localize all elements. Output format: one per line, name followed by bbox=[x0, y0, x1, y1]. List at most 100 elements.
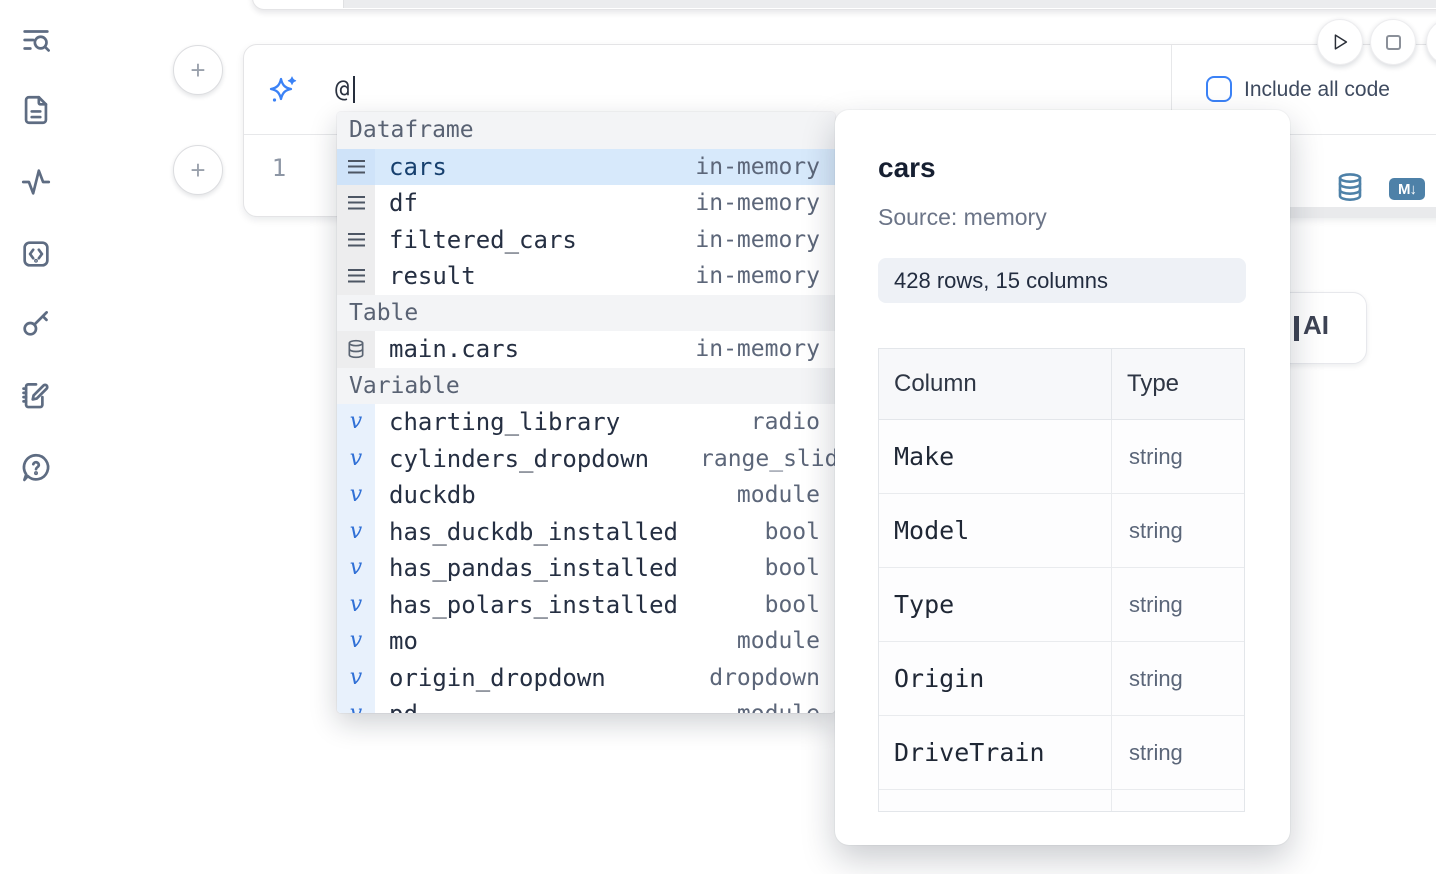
notebook-edit-icon[interactable] bbox=[19, 378, 53, 412]
autocomplete-item-name: mo bbox=[375, 627, 418, 655]
clipped-letter bbox=[1294, 316, 1299, 341]
autocomplete-item-name: pd bbox=[375, 700, 418, 713]
stop-button[interactable] bbox=[1370, 19, 1416, 65]
autocomplete-item-type: module bbox=[737, 628, 835, 654]
schema-column-name: Type bbox=[879, 568, 1112, 642]
schema-column-name: Origin bbox=[879, 642, 1112, 716]
activity-icon[interactable] bbox=[19, 165, 53, 199]
stop-icon bbox=[1386, 35, 1401, 50]
rows-icon bbox=[348, 160, 365, 174]
schema-column-type: string bbox=[1112, 568, 1244, 642]
list-search-icon[interactable] bbox=[19, 23, 53, 57]
schema-row: Make string bbox=[879, 420, 1244, 494]
text-cursor bbox=[353, 76, 355, 103]
autocomplete-section-header: Table bbox=[337, 295, 835, 332]
code-snippet-icon[interactable] bbox=[19, 237, 53, 271]
autocomplete-item[interactable]: v mo module bbox=[337, 623, 835, 660]
previous-cell-edge bbox=[252, 0, 1436, 10]
schema-header-row: Column Type bbox=[879, 349, 1244, 420]
autocomplete-item-name: result bbox=[375, 262, 476, 290]
variable-icon: v bbox=[350, 557, 362, 579]
schema-column-type: string bbox=[1112, 494, 1244, 568]
autocomplete-item-name: has_polars_installed bbox=[375, 591, 678, 619]
autocomplete-item-name: main.cars bbox=[375, 335, 519, 363]
autocomplete-item-name: cars bbox=[375, 153, 447, 181]
help-chat-icon[interactable] bbox=[19, 451, 53, 485]
schema-column-name: DriveTrain bbox=[879, 716, 1112, 790]
autocomplete-item[interactable]: v origin_dropdown dropdown bbox=[337, 660, 835, 697]
rows-icon bbox=[348, 269, 365, 283]
preview-shape-badge: 428 rows, 15 columns bbox=[878, 258, 1246, 303]
autocomplete-item[interactable]: v duckdb module bbox=[337, 477, 835, 514]
schema-column-name: Model bbox=[879, 494, 1112, 568]
variable-icon: v bbox=[350, 703, 362, 713]
autocomplete-item-type: in-memory bbox=[695, 154, 835, 180]
preview-schema-table: Column Type Make string Model string Typ… bbox=[878, 348, 1245, 812]
previous-cell-divider bbox=[343, 0, 344, 8]
autocomplete-item-type: bool bbox=[765, 519, 835, 545]
autocomplete-item-type: in-memory bbox=[695, 263, 835, 289]
autocomplete-item[interactable]: v has_polars_installed bool bbox=[337, 587, 835, 624]
add-cell-below-button[interactable]: + bbox=[173, 145, 223, 195]
previous-cell-console-strip bbox=[344, 0, 1436, 8]
run-icon bbox=[1329, 31, 1351, 53]
file-text-icon[interactable] bbox=[19, 93, 53, 127]
autocomplete-item-type: module bbox=[737, 701, 835, 713]
include-all-code-checkbox[interactable] bbox=[1206, 76, 1232, 102]
autocomplete-item[interactable]: v charting_library radio bbox=[337, 404, 835, 441]
autocomplete-item-type: bool bbox=[765, 555, 835, 581]
plus-icon: + bbox=[190, 155, 205, 186]
autocomplete-item-name: df bbox=[375, 189, 418, 217]
autocomplete-item[interactable]: v pd module bbox=[337, 696, 835, 713]
autocomplete-item-name: cylinders_dropdown bbox=[375, 445, 649, 473]
preview-source: Source: memory bbox=[878, 204, 1047, 231]
autocomplete-list: Dataframe cars in-memory df in-memory fi… bbox=[337, 112, 835, 713]
rows-icon bbox=[348, 233, 365, 247]
preview-title: cars bbox=[878, 152, 936, 184]
run-cell-button[interactable] bbox=[1317, 19, 1363, 65]
autocomplete-item-type: module bbox=[737, 482, 835, 508]
autocomplete-item-name: origin_dropdown bbox=[375, 664, 606, 692]
variable-icon: v bbox=[350, 448, 362, 470]
autocomplete-item[interactable]: v has_duckdb_installed bool bbox=[337, 514, 835, 551]
autocomplete-item[interactable]: v cylinders_dropdown range_slider bbox=[337, 441, 835, 478]
notebook-screen: + + @ Include all code 1 M↓ bbox=[0, 0, 1436, 874]
autocomplete-item-type: radio bbox=[751, 409, 835, 435]
ai-card-label: AI bbox=[1303, 310, 1329, 341]
database-icon[interactable] bbox=[1335, 172, 1365, 202]
plus-icon: + bbox=[190, 55, 205, 86]
autocomplete-item[interactable]: filtered_cars in-memory bbox=[337, 222, 835, 259]
variable-icon: v bbox=[350, 484, 362, 506]
include-all-code-label: Include all code bbox=[1244, 78, 1390, 102]
variable-icon: v bbox=[350, 521, 362, 543]
autocomplete-item-name: charting_library bbox=[375, 408, 620, 436]
autocomplete-item[interactable]: cars in-memory bbox=[337, 149, 835, 186]
schema-row: Origin string bbox=[879, 642, 1244, 716]
autocomplete-item[interactable]: v has_pandas_installed bool bbox=[337, 550, 835, 587]
autocomplete-item-type: range_slider bbox=[700, 446, 835, 472]
dataframe-preview-panel: cars Source: memory 428 rows, 15 columns… bbox=[835, 110, 1290, 845]
markdown-icon[interactable]: M↓ bbox=[1389, 178, 1425, 200]
schema-column-name bbox=[879, 790, 1112, 812]
line-number: 1 bbox=[268, 154, 290, 182]
autocomplete-item-type: in-memory bbox=[695, 227, 835, 253]
schema-column-type: string bbox=[1112, 420, 1244, 494]
key-icon[interactable] bbox=[19, 306, 53, 340]
autocomplete-item[interactable]: df in-memory bbox=[337, 185, 835, 222]
autocomplete-section-header: Variable bbox=[337, 368, 835, 405]
autocomplete-item-name: has_pandas_installed bbox=[375, 554, 678, 582]
schema-column-type bbox=[1112, 790, 1244, 812]
autocomplete-item[interactable]: result in-memory bbox=[337, 258, 835, 295]
schema-row: Model string bbox=[879, 494, 1244, 568]
autocomplete-item-name: filtered_cars bbox=[375, 226, 577, 254]
ai-prompt-input[interactable]: @ bbox=[335, 75, 349, 103]
ai-sparkles-icon bbox=[267, 74, 299, 106]
add-cell-above-button[interactable]: + bbox=[173, 45, 223, 95]
schema-header-cell: Type bbox=[1112, 349, 1244, 420]
schema-column-type: string bbox=[1112, 716, 1244, 790]
autocomplete-item-type: in-memory bbox=[695, 190, 835, 216]
schema-column-name: Make bbox=[879, 420, 1112, 494]
schema-row: Type string bbox=[879, 568, 1244, 642]
autocomplete-item[interactable]: main.cars in-memory bbox=[337, 331, 835, 368]
variable-icon: v bbox=[350, 667, 362, 689]
